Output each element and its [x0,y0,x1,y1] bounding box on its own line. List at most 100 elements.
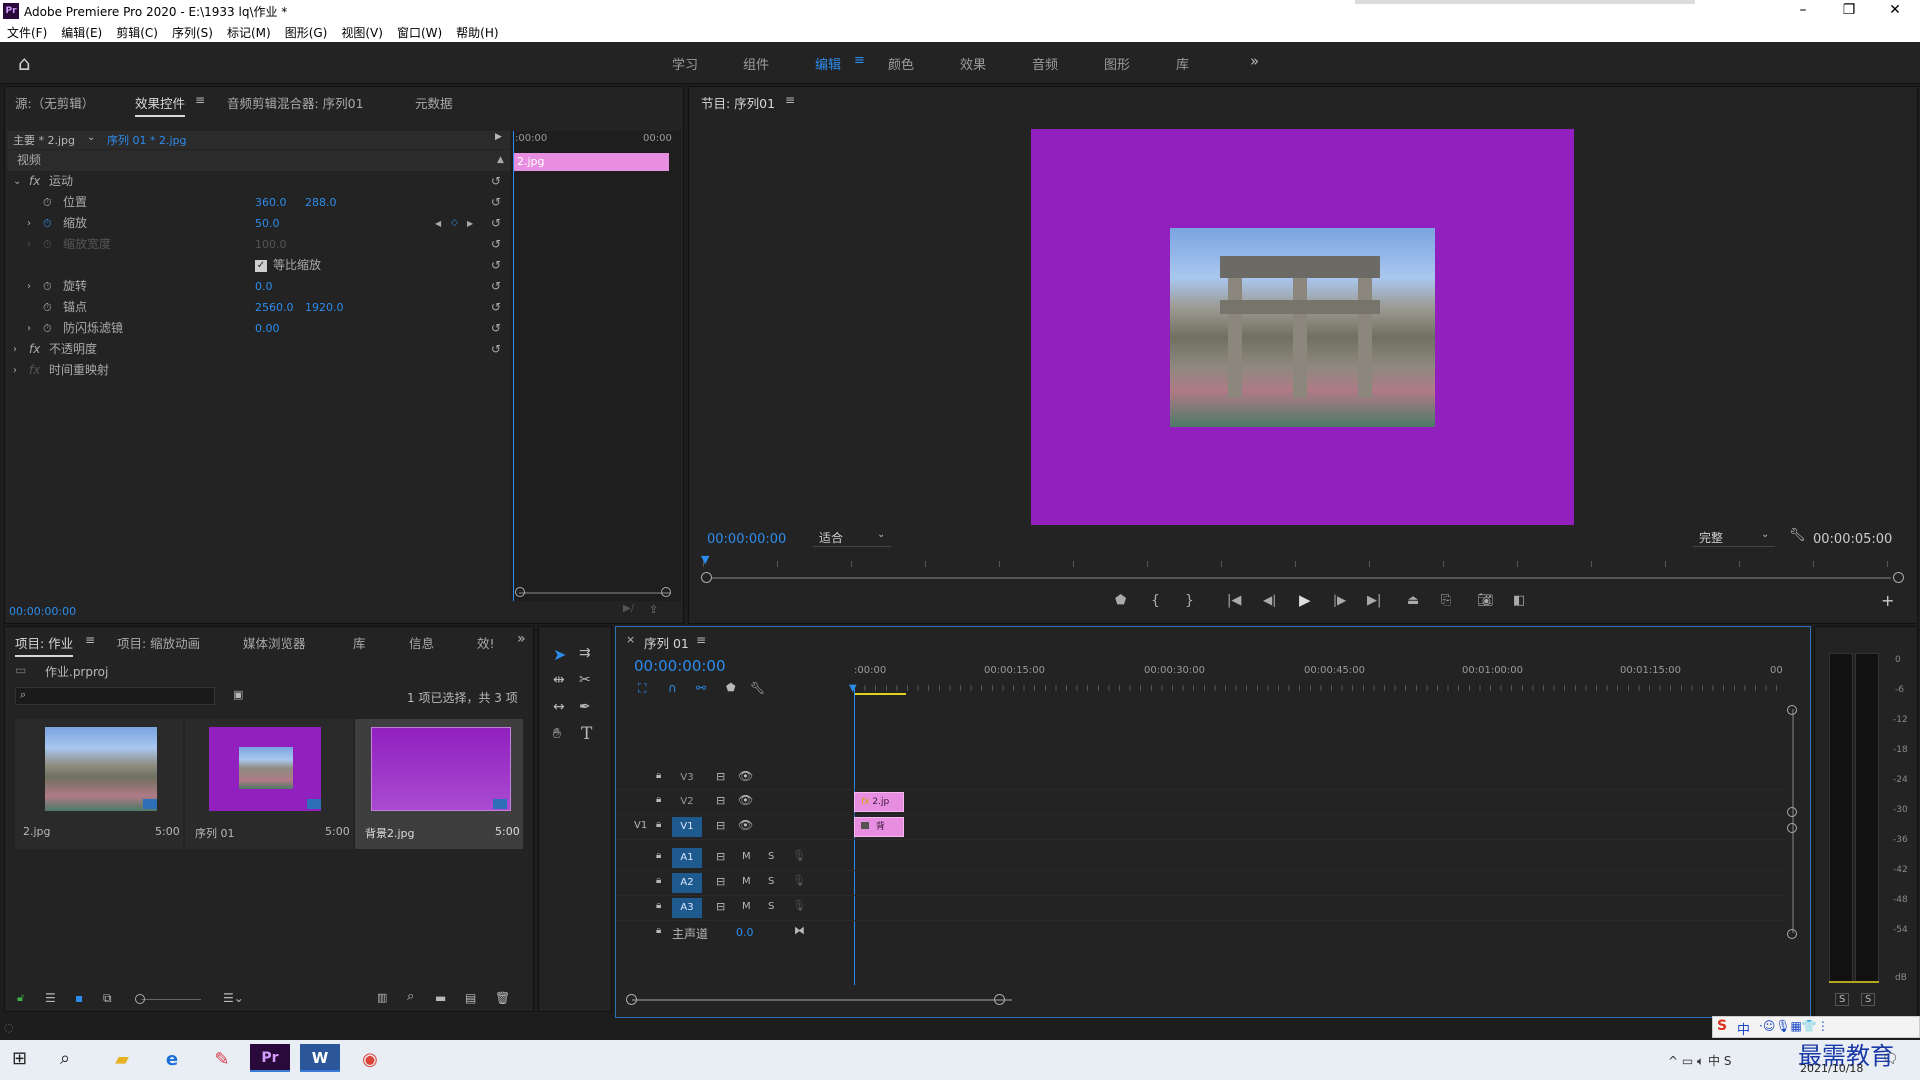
workspace-editing[interactable]: 编辑 [815,54,841,73]
sync-lock-icon[interactable]: ⊟ [716,819,725,832]
work-area-bar[interactable] [854,693,906,695]
settings-wrench-icon[interactable]: 🔧︎ [750,681,765,695]
sync-lock-icon[interactable]: ⊟ [716,850,725,863]
tab-project-homework[interactable]: 项目: 作业 [15,633,74,657]
new-item-icon[interactable]: ▤ [465,991,476,1005]
reset-icon[interactable]: ↺ [491,318,501,339]
notification-icon[interactable]: 🗨︎ [1882,1052,1899,1067]
chevron-right-icon[interactable]: › [27,318,31,339]
go-to-end-icon[interactable]: ⧓ [794,924,805,937]
workspace-audio[interactable]: 音频 [1032,54,1058,73]
tab-libraries[interactable]: 库 [353,633,366,652]
project-item-selected[interactable]: 背景2.jpg 5:00 [355,719,523,849]
compare-icon[interactable]: ◧ [1513,593,1525,608]
solo-right-button[interactable]: S [1861,993,1876,1006]
menu-clip[interactable]: 剪辑(C) [109,22,165,43]
snap-icon[interactable]: ∩ [668,681,677,695]
search-icon[interactable]: ⌕ [60,1048,70,1069]
project-item[interactable]: 序列 01 5:00 [185,719,353,849]
vertical-scroll-track[interactable] [1792,709,1794,933]
rotation-value[interactable]: 0.0 [255,276,273,297]
uniform-scale-checkbox[interactable]: ✓ [255,260,267,272]
position-x-value[interactable]: 360.0 [255,192,287,213]
mute-button[interactable]: M [742,901,751,912]
trash-icon[interactable]: 🗑︎ [495,991,510,1005]
menu-window[interactable]: 窗口(W) [390,22,449,43]
reset-icon[interactable]: ↺ [491,213,501,234]
effect-timecode[interactable]: 00:00:00:00 [9,605,76,618]
master-clip-label[interactable]: 主要 * 2.jpg [13,132,75,148]
maximize-button[interactable]: ❐ [1826,0,1872,22]
tab-metadata[interactable]: 元数据 [415,93,453,112]
tab-effects[interactable]: 效! [477,633,495,652]
source-patch-v1[interactable]: V1 [634,820,647,831]
solo-button[interactable]: S [768,901,774,912]
lock-icon[interactable]: 🔓︎ [17,991,24,1005]
lift-icon[interactable]: ⏏ [1407,593,1419,608]
panel-menu-icon[interactable]: ≡ [85,633,95,647]
edge-browser-icon[interactable]: e [152,1046,192,1074]
add-marker-icon[interactable]: ⬟ [1115,593,1126,608]
tab-project-scale-animation[interactable]: 项目: 缩放动画 [117,633,200,652]
sequence-clip-label[interactable]: 序列 01 * 2.jpg [107,132,187,148]
menu-file[interactable]: 文件(F) [0,22,54,43]
program-scrub-bar[interactable]: ▼ [701,553,1903,577]
eye-icon[interactable]: 👁︎ [738,793,753,807]
mini-scroll-handle-left[interactable] [515,587,525,597]
tab-source[interactable]: 源:（无剪辑） [15,93,94,112]
thumbnail-size-slider[interactable] [141,999,201,1000]
zoom-handle-right[interactable] [1893,572,1904,583]
reset-icon[interactable]: ↺ [491,171,501,192]
menu-help[interactable]: 帮助(H) [449,22,505,43]
playhead-icon[interactable]: ▼ [849,683,857,694]
camera-icon[interactable]: 📷︎ [1477,593,1494,608]
track-target[interactable]: V1 [672,817,702,837]
more-workspaces-icon[interactable]: » [1250,52,1259,70]
type-tool-icon[interactable]: T [581,724,592,744]
program-video-frame[interactable] [1031,129,1574,525]
new-bin-from-search-icon[interactable]: ▣ [233,688,243,701]
add-marker-icon[interactable]: ⬟ [726,681,736,694]
ripple-edit-tool-icon[interactable]: ⇹ [553,672,565,688]
workspace-color[interactable]: 颜色 [888,54,914,73]
lock-icon[interactable]: 🔒︎ [656,770,661,781]
stopwatch-icon[interactable]: ⏱ [43,192,52,213]
step-back-icon[interactable]: ◀| [1263,593,1276,607]
anchor-x-value[interactable]: 2560.0 [255,297,294,318]
fit-dropdown[interactable]: 适合 ⌄ [813,529,891,547]
list-view-icon[interactable]: ☰ [45,991,56,1005]
flicker-value[interactable]: 0.00 [255,318,280,339]
pen-tool-icon[interactable]: ✒ [579,699,591,715]
clip-v1[interactable]: 背 [854,817,904,837]
eye-icon[interactable]: 👁︎ [738,769,753,783]
workspace-effects[interactable]: 效果 [960,54,986,73]
menu-edit[interactable]: 编辑(E) [54,22,109,43]
linked-selection-icon[interactable]: ⚯ [696,681,706,695]
chevron-right-icon[interactable]: › [13,360,17,381]
scroll-up-icon[interactable]: ▲ [497,150,504,171]
slip-tool-icon[interactable]: ↔ [553,699,565,715]
quality-dropdown[interactable]: 完整 ⌄ [1693,529,1775,547]
sort-icon[interactable]: ☰⌄ [223,991,244,1005]
close-icon[interactable]: × [626,633,635,646]
track-target[interactable]: A1 [672,848,702,868]
lock-icon[interactable]: 🔒︎ [656,850,661,861]
sync-lock-icon[interactable]: ⊟ [716,794,725,807]
selection-tool-icon[interactable]: ➤ [553,645,566,664]
sync-lock-icon[interactable]: ⊟ [716,875,725,888]
step-forward-icon[interactable]: |▶ [1333,593,1346,607]
lock-icon[interactable]: 🔒︎ [656,925,661,936]
go-to-out-icon[interactable]: ▶| [1367,593,1381,608]
mini-clip-bar[interactable]: 2.jpg [513,153,669,171]
word-app-icon[interactable]: W [300,1044,340,1072]
prev-keyframe-icon[interactable]: ◀ [435,213,441,234]
reset-icon[interactable]: ↺ [491,339,501,360]
eye-icon[interactable]: 👁︎ [738,818,753,832]
hand-tool-icon[interactable]: ✋︎ [553,726,561,742]
chevron-down-icon[interactable]: ⌄ [87,132,95,143]
anchor-y-value[interactable]: 1920.0 [305,297,344,318]
menu-view[interactable]: 视图(V) [334,22,390,43]
keyframe-icon[interactable]: ◇ [451,213,458,234]
solo-button[interactable]: S [768,876,774,887]
close-button[interactable]: ✕ [1872,0,1918,22]
